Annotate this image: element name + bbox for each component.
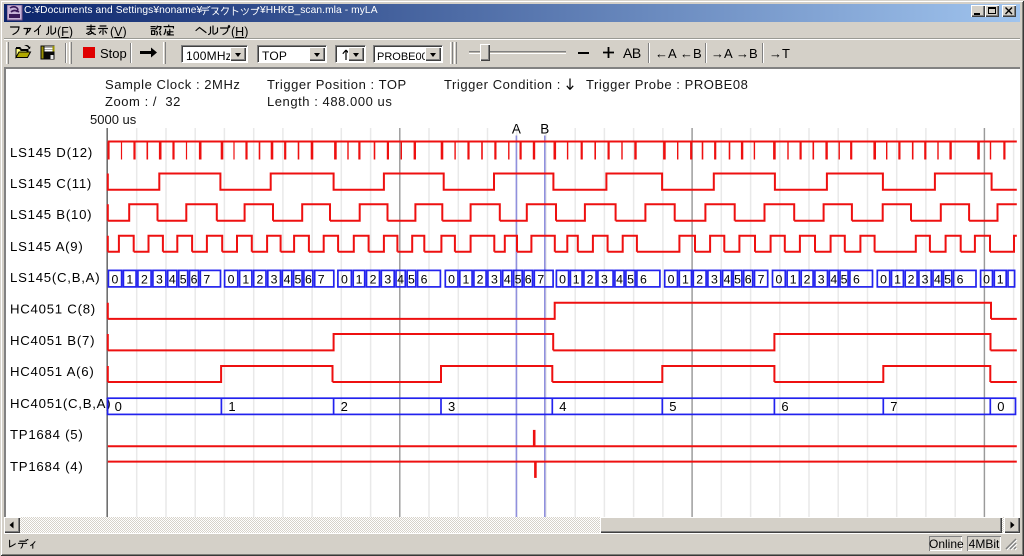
svg-text:3: 3 xyxy=(922,272,929,286)
svg-text:0: 0 xyxy=(880,272,887,286)
svg-text:3: 3 xyxy=(271,272,278,286)
svg-text:B: B xyxy=(540,122,549,137)
svg-text:6: 6 xyxy=(421,272,428,286)
svg-text:4: 4 xyxy=(616,272,623,286)
svg-text:6: 6 xyxy=(853,272,860,286)
svg-text:0: 0 xyxy=(559,272,566,286)
svg-text:6: 6 xyxy=(957,272,964,286)
svg-text:4: 4 xyxy=(397,272,404,286)
svg-text:4: 4 xyxy=(830,272,837,286)
svg-text:1: 1 xyxy=(573,272,580,286)
svg-text:5: 5 xyxy=(841,272,848,286)
svg-text:6: 6 xyxy=(191,272,198,286)
svg-text:5: 5 xyxy=(515,272,522,286)
svg-text:TP1684 (4): TP1684 (4) xyxy=(10,459,83,474)
svg-text:4: 4 xyxy=(169,272,176,286)
svg-text:LS145 A(9): LS145 A(9) xyxy=(10,239,83,254)
svg-text:1: 1 xyxy=(894,272,901,286)
svg-text:7: 7 xyxy=(890,399,897,414)
svg-text:5: 5 xyxy=(734,272,741,286)
svg-text:6: 6 xyxy=(525,272,532,286)
svg-text:2: 2 xyxy=(370,272,377,286)
svg-text:2: 2 xyxy=(141,272,148,286)
svg-text:6: 6 xyxy=(745,272,752,286)
svg-text:4: 4 xyxy=(284,272,291,286)
svg-text:TP1684 (5): TP1684 (5) xyxy=(10,427,83,442)
svg-text:LS145(C,B,A): LS145(C,B,A) xyxy=(10,270,100,285)
svg-text:5: 5 xyxy=(294,272,301,286)
svg-text:3: 3 xyxy=(448,399,455,414)
svg-text:LS145 B(10): LS145 B(10) xyxy=(10,207,92,222)
svg-text:1: 1 xyxy=(682,272,689,286)
svg-text:1: 1 xyxy=(462,272,469,286)
svg-text:1: 1 xyxy=(790,272,797,286)
svg-text:0: 0 xyxy=(341,272,348,286)
svg-text:6: 6 xyxy=(781,399,788,414)
svg-text:LS145 C(11): LS145 C(11) xyxy=(10,176,92,191)
svg-text:A: A xyxy=(512,122,521,137)
svg-text:1: 1 xyxy=(126,272,133,286)
svg-text:7: 7 xyxy=(758,272,765,286)
svg-text:4: 4 xyxy=(504,272,511,286)
svg-text:5: 5 xyxy=(669,399,676,414)
svg-text:7: 7 xyxy=(203,272,210,286)
svg-text:5: 5 xyxy=(944,272,951,286)
svg-text:1: 1 xyxy=(356,272,363,286)
svg-text:7: 7 xyxy=(318,272,325,286)
svg-text:2: 2 xyxy=(696,272,703,286)
svg-text:2: 2 xyxy=(908,272,915,286)
svg-text:1: 1 xyxy=(242,272,249,286)
svg-text:6: 6 xyxy=(305,272,312,286)
svg-text:0: 0 xyxy=(111,272,118,286)
svg-text:2: 2 xyxy=(804,272,811,286)
svg-text:6: 6 xyxy=(640,272,647,286)
svg-text:0: 0 xyxy=(228,272,235,286)
svg-text:0: 0 xyxy=(775,272,782,286)
svg-text:4: 4 xyxy=(559,399,566,414)
svg-text:2: 2 xyxy=(587,272,594,286)
svg-text:2: 2 xyxy=(477,272,484,286)
svg-text:5: 5 xyxy=(408,272,415,286)
svg-text:1: 1 xyxy=(228,399,235,414)
svg-text:5: 5 xyxy=(627,272,634,286)
svg-text:0: 0 xyxy=(997,399,1004,414)
svg-text:1: 1 xyxy=(997,272,1004,286)
svg-text:0: 0 xyxy=(668,272,675,286)
svg-text:4: 4 xyxy=(724,272,731,286)
svg-text:3: 3 xyxy=(711,272,718,286)
svg-text:HC4051 C(8): HC4051 C(8) xyxy=(10,302,96,317)
svg-text:4: 4 xyxy=(934,272,941,286)
svg-text:2: 2 xyxy=(256,272,263,286)
svg-text:3: 3 xyxy=(601,272,608,286)
svg-text:3: 3 xyxy=(156,272,163,286)
svg-text:0: 0 xyxy=(448,272,455,286)
svg-text:HC4051 B(7): HC4051 B(7) xyxy=(10,333,95,348)
svg-text:HC4051 A(6): HC4051 A(6) xyxy=(10,364,94,379)
svg-text:2: 2 xyxy=(341,399,348,414)
svg-text:5: 5 xyxy=(180,272,187,286)
svg-text:3: 3 xyxy=(818,272,825,286)
svg-text:HC4051(C,B,A): HC4051(C,B,A) xyxy=(10,396,111,411)
svg-text:3: 3 xyxy=(384,272,391,286)
svg-text:3: 3 xyxy=(491,272,498,286)
svg-text:0: 0 xyxy=(983,272,990,286)
svg-text:0: 0 xyxy=(115,399,122,414)
svg-text:7: 7 xyxy=(537,272,544,286)
svg-text:LS145 D(12): LS145 D(12) xyxy=(10,145,93,160)
